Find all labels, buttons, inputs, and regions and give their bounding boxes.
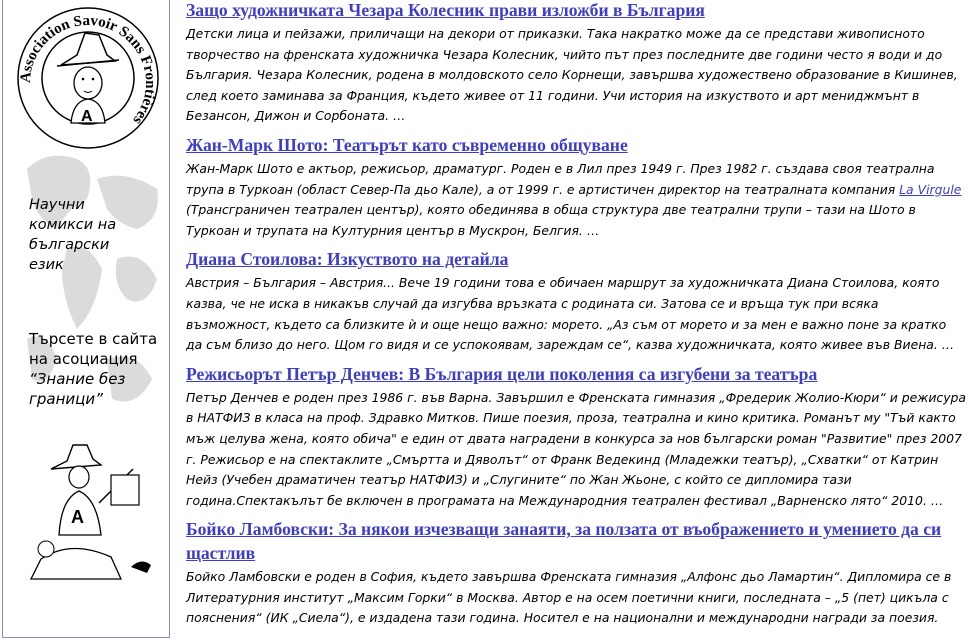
search-association-name: “Знание без граници” <box>29 370 126 408</box>
article-title-link[interactable]: Бойко Ламбовски: За някои изчезващи зана… <box>186 517 966 565</box>
article-title-link[interactable]: Режисьорът Петър Денчев: В България цели… <box>186 362 966 386</box>
article-summary: Петър Денчев е роден през 1986 г. във Ва… <box>186 389 967 508</box>
article-summary-part: Жан-Марк Шото е актьор, режисьор, драмат… <box>186 160 935 197</box>
article-item: Жан-Марк Шото: Театърът като съвременно … <box>186 133 966 241</box>
article-title-link[interactable]: Жан-Марк Шото: Театърът като съвременно … <box>186 133 966 157</box>
article-item: Бойко Ламбовски: За някои изчезващи зана… <box>186 517 966 629</box>
article-summary: Детски лица и пейзажи, приличащи на деко… <box>186 26 958 124</box>
article-summary: Австрия – България – Австрия... Вече 19 … <box>186 275 955 353</box>
bulgarian-comics-link[interactable]: Научни комикси на български език <box>29 195 139 275</box>
article-summary: Жан-Марк Шото е актьор, режисьор, драмат… <box>186 159 966 241</box>
article-summary-part: (Трансграничен театрален център), която … <box>186 202 916 238</box>
artist-illustration: A <box>29 444 151 580</box>
la-virgule-link[interactable]: La Virgule <box>899 182 961 197</box>
search-association-prefix: Търсете в сайта на асоциация <box>29 330 158 368</box>
sidebar: Association Savoir Sans Frontières A Нау… <box>2 0 170 638</box>
svg-text:A: A <box>71 507 84 527</box>
article-title-link[interactable]: Диана Стоилова: Изкуството на детайла <box>186 247 966 271</box>
association-logo[interactable]: Association Savoir Sans Frontières A <box>15 5 161 151</box>
article-item: Диана Стоилова: Изкуството на детайла Ав… <box>186 247 966 355</box>
article-item: Защо художничката Чезара Колесник прави … <box>186 0 966 127</box>
articles-list: Защо художничката Чезара Колесник прави … <box>186 0 966 629</box>
article-item: Режисьорът Петър Денчев: В България цели… <box>186 362 966 512</box>
svg-text:A: A <box>81 108 93 125</box>
article-summary: Бойко Ламбовски е роден в София, където … <box>186 569 952 626</box>
article-title-link[interactable]: Защо художничката Чезара Колесник прави … <box>186 0 966 22</box>
search-association-link[interactable]: Търсете в сайта на асоциация “Знание без… <box>29 329 159 409</box>
